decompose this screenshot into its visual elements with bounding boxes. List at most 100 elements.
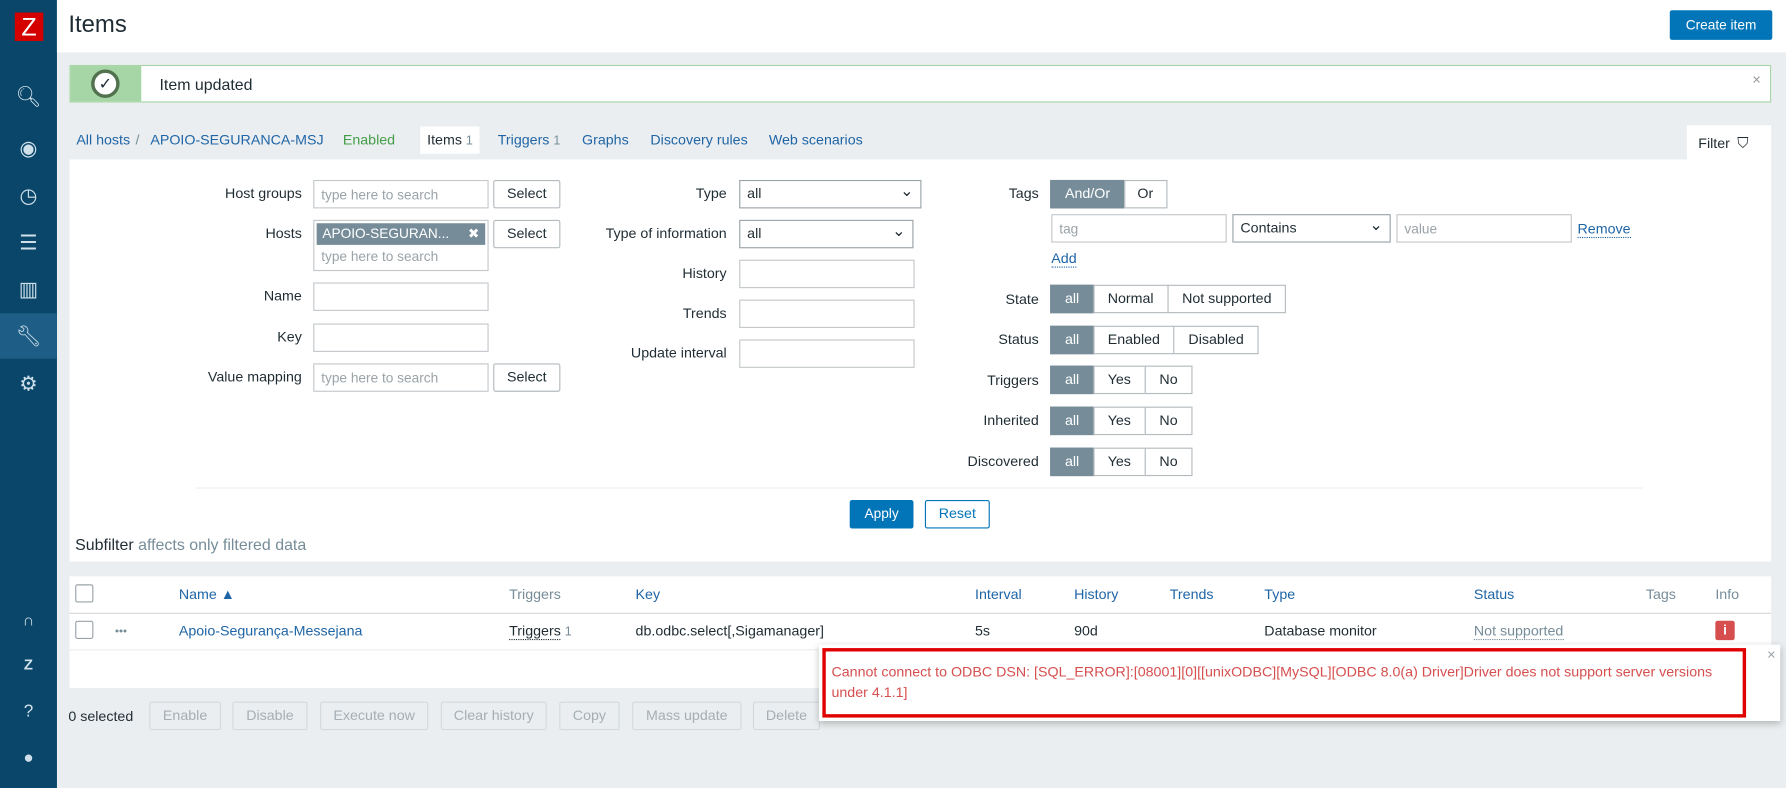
item-status[interactable]: Not supported — [1473, 623, 1564, 641]
hosts-select-button[interactable]: Select — [493, 219, 561, 249]
option-all[interactable]: all — [1050, 406, 1095, 436]
header-divider — [69, 612, 1772, 614]
option-or[interactable]: Or — [1123, 179, 1167, 209]
option-all[interactable]: all — [1050, 365, 1095, 395]
option-yes[interactable]: Yes — [1092, 365, 1146, 395]
disable-button[interactable]: Disable — [232, 701, 308, 731]
user-icon[interactable]: ● — [0, 736, 57, 782]
option-and-or[interactable]: And/Or — [1050, 179, 1125, 209]
row-menu-icon[interactable]: ••• — [115, 625, 127, 638]
column-triggers: Triggers — [509, 586, 561, 603]
tag-value-input[interactable]: value — [1396, 214, 1572, 243]
create-item-button[interactable]: Create item — [1669, 10, 1773, 40]
enable-button[interactable]: Enable — [149, 701, 221, 731]
option-no[interactable]: No — [1144, 406, 1193, 436]
item-key: db.odbc.select[,Sigamanager] — [635, 623, 824, 639]
option-all[interactable]: all — [1050, 447, 1095, 477]
row-checkbox[interactable] — [75, 620, 94, 639]
host-groups-input[interactable]: type here to search — [313, 179, 489, 209]
option-yes[interactable]: Yes — [1092, 406, 1146, 436]
option-no[interactable]: No — [1144, 365, 1193, 395]
close-popup-icon[interactable]: × — [1767, 646, 1776, 663]
zabbix-share-icon[interactable]: Z — [0, 642, 57, 688]
remove-tag-link[interactable]: Remove — [1577, 221, 1631, 239]
history-input[interactable] — [739, 259, 915, 289]
tag-operator-select[interactable]: Contains — [1232, 214, 1391, 243]
headset-icon[interactable]: ∩ — [0, 597, 57, 643]
triggers-link[interactable]: Triggers — [509, 623, 561, 641]
inherited-toggle[interactable]: all Yes No — [1050, 406, 1193, 436]
execute-now-button[interactable]: Execute now — [320, 701, 429, 731]
search-icon[interactable]: 🔍︎ — [0, 74, 57, 120]
update-interval-input[interactable] — [739, 339, 915, 368]
column-status[interactable]: Status — [1474, 587, 1514, 603]
option-not-supported[interactable]: Not supported — [1167, 284, 1287, 314]
option-all[interactable]: all — [1050, 284, 1095, 314]
history-label: History — [682, 265, 727, 282]
wrench-icon[interactable]: 🔧︎ — [0, 313, 57, 359]
option-all[interactable]: all — [1050, 325, 1095, 355]
host-groups-select-button[interactable]: Select — [493, 179, 561, 209]
breadcrumb-all-hosts[interactable]: All hosts — [76, 126, 130, 153]
remove-chip-icon[interactable]: ✖ — [468, 223, 479, 245]
add-tag-link[interactable]: Add — [1051, 251, 1077, 268]
key-input[interactable] — [313, 323, 489, 352]
hosts-input[interactable]: APOIO-SEGURAN... ✖ type here to search — [313, 219, 489, 272]
close-icon[interactable]: × — [1752, 71, 1761, 88]
mass-update-button[interactable]: Mass update — [632, 701, 742, 731]
option-yes[interactable]: Yes — [1092, 447, 1146, 477]
value-mapping-input[interactable]: type here to search — [313, 363, 489, 392]
host-status-enabled[interactable]: Enabled — [343, 126, 395, 153]
delete-button[interactable]: Delete — [752, 701, 821, 731]
name-input[interactable] — [313, 282, 489, 311]
filter-divider — [195, 487, 1643, 489]
zabbix-logo[interactable]: Z — [14, 12, 44, 42]
clear-history-button[interactable]: Clear history — [440, 701, 547, 731]
triggers-toggle[interactable]: all Yes No — [1050, 365, 1193, 395]
discovered-toggle[interactable]: all Yes No — [1050, 447, 1193, 477]
column-trends[interactable]: Trends — [1170, 587, 1214, 603]
column-interval[interactable]: Interval — [975, 587, 1022, 603]
reset-button[interactable]: Reset — [924, 500, 990, 529]
column-type[interactable]: Type — [1264, 587, 1295, 603]
column-history[interactable]: History — [1074, 587, 1118, 603]
tab-discovery-rules[interactable]: Discovery rules — [650, 126, 747, 153]
status-toggle[interactable]: all Enabled Disabled — [1050, 325, 1259, 355]
state-toggle[interactable]: all Normal Not supported — [1050, 284, 1287, 314]
option-normal[interactable]: Normal — [1092, 284, 1169, 314]
tab-count: 1 — [553, 134, 561, 149]
tags-evaltype-toggle[interactable]: And/Or Or — [1050, 179, 1167, 209]
help-icon[interactable]: ? — [0, 689, 57, 735]
list-icon[interactable]: ☰ — [0, 220, 57, 266]
tab-items[interactable]: Items 1 — [420, 126, 480, 154]
subfilter-heading: Subfilter affects only filtered data — [75, 535, 306, 553]
gear-icon[interactable]: ⚙ — [0, 361, 57, 407]
type-of-information-label: Type of information — [605, 225, 727, 242]
success-message: ✓ Item updated × — [69, 64, 1772, 103]
apply-button[interactable]: Apply — [849, 500, 914, 529]
option-disabled[interactable]: Disabled — [1173, 325, 1259, 355]
value-mapping-select-button[interactable]: Select — [493, 363, 561, 392]
chart-icon[interactable]: ▥ — [0, 267, 57, 313]
item-name-link[interactable]: Apoio-Segurança-Messejana — [179, 623, 363, 639]
timer-icon[interactable]: ◷ — [0, 173, 57, 219]
type-of-information-select[interactable]: all — [739, 219, 914, 249]
trends-input[interactable] — [739, 299, 915, 329]
column-key[interactable]: Key — [636, 587, 661, 603]
item-triggers: Triggers 1 — [509, 623, 572, 641]
tab-triggers[interactable]: Triggers 1 — [498, 126, 561, 153]
type-select[interactable]: all — [739, 179, 922, 209]
filter-tab[interactable]: Filter ⛉ — [1686, 125, 1772, 161]
tab-web-scenarios[interactable]: Web scenarios — [769, 126, 863, 153]
error-info-icon[interactable]: i — [1715, 620, 1735, 641]
type-label: Type — [695, 185, 727, 202]
select-all-checkbox[interactable] — [75, 584, 94, 603]
tab-graphs[interactable]: Graphs — [582, 126, 629, 153]
breadcrumb-host[interactable]: APOIO-SEGURANCA-MSJ — [150, 126, 323, 153]
option-no[interactable]: No — [1144, 447, 1193, 477]
column-name[interactable]: Name ▲ — [179, 587, 235, 603]
copy-button[interactable]: Copy — [559, 701, 620, 731]
eye-icon[interactable]: ◉ — [0, 125, 57, 171]
tag-input[interactable]: tag — [1051, 214, 1227, 243]
option-enabled[interactable]: Enabled — [1092, 325, 1175, 355]
